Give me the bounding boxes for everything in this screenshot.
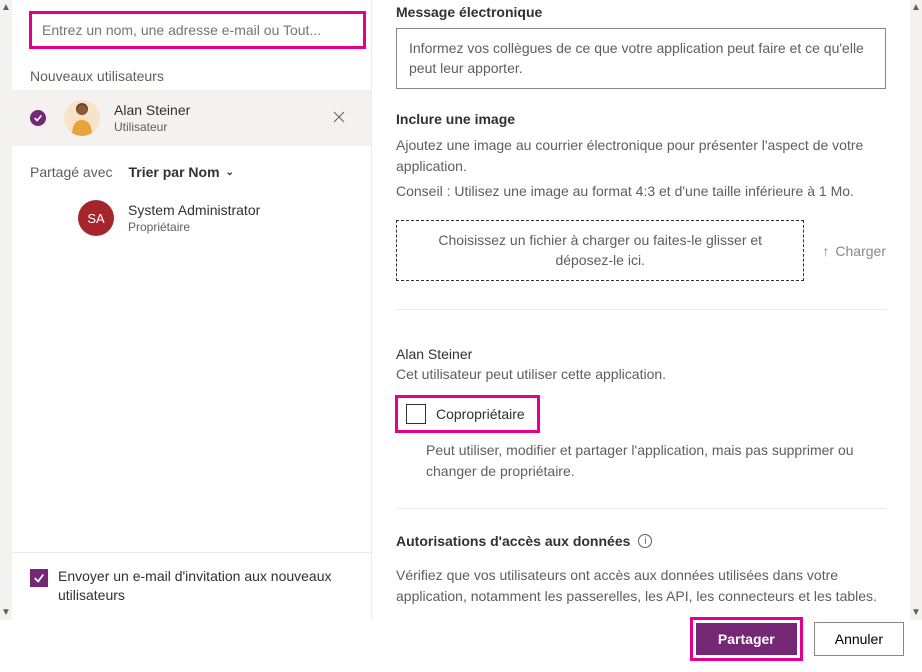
invite-checkbox-label: Envoyer un e-mail d'invitation aux nouve… [58,567,353,606]
upload-label: Charger [835,243,886,259]
right-panel: Message électronique Informez vos collèg… [372,0,910,620]
email-heading: Message électronique [396,4,886,20]
info-icon[interactable]: i [638,534,652,548]
shared-user-row[interactable]: SA System Administrator Propriétaire [12,190,371,246]
coowner-label: Copropriétaire [436,406,525,422]
cancel-button[interactable]: Annuler [814,622,904,656]
left-panel: Nouveaux utilisateurs Alan Steiner Utili… [12,0,372,620]
search-input[interactable] [42,22,353,38]
right-scrollbar[interactable]: ▲ ▼ [910,0,922,620]
permission-user-desc: Cet utilisateur peut utiliser cette appl… [396,366,886,382]
avatar [64,100,100,136]
sort-dropdown[interactable]: Trier par Nom ⌄ [129,164,234,180]
coowner-checkbox[interactable] [406,404,426,424]
shared-with-heading: Partagé avec [30,164,113,180]
upload-button[interactable]: ↑ Charger [822,243,886,259]
image-description: Ajoutez une image au courrier électroniq… [396,135,886,177]
share-button[interactable]: Partager [696,623,797,655]
coowner-explain: Peut utiliser, modifier et partager l'ap… [396,440,886,482]
share-button-highlight: Partager [691,618,802,660]
close-icon [333,111,345,123]
user-name: Alan Steiner [114,102,325,118]
invite-checkbox[interactable] [30,569,48,587]
coowner-highlight: Copropriétaire [396,396,539,432]
check-icon [33,572,45,584]
left-scrollbar[interactable]: ▲ ▼ [0,0,12,620]
chevron-down-icon: ⌄ [226,167,234,178]
search-box-highlight [30,12,365,48]
footer: Partager Annuler [673,606,922,672]
invite-checkbox-row[interactable]: Envoyer un e-mail d'invitation aux nouve… [12,552,371,620]
selected-check-icon [30,110,46,126]
user-role: Propriétaire [128,220,353,234]
remove-user-button[interactable] [325,106,353,130]
user-name: System Administrator [128,202,353,218]
image-heading: Inclure une image [396,111,886,127]
data-access-heading-text: Autorisations d'accès aux données [396,533,630,549]
scroll-up-icon: ▲ [1,0,11,15]
scroll-up-icon: ▲ [911,0,921,15]
email-message-input[interactable]: Informez vos collègues de ce que votre a… [396,28,886,89]
scroll-down-icon: ▼ [1,605,11,620]
permission-user-name: Alan Steiner [396,346,886,362]
new-user-row[interactable]: Alan Steiner Utilisateur [12,90,371,146]
data-access-heading: Autorisations d'accès aux données i [396,533,886,549]
avatar: SA [78,200,114,236]
data-access-description: Vérifiez que vos utilisateurs ont accès … [396,565,886,607]
new-users-heading: Nouveaux utilisateurs [12,62,371,90]
user-role: Utilisateur [114,120,325,134]
person-icon [68,100,96,136]
upload-icon: ↑ [822,243,829,259]
image-tip: Conseil : Utilisez une image au format 4… [396,181,886,202]
image-dropzone[interactable]: Choisissez un fichier à charger ou faite… [396,220,804,281]
sort-label-text: Trier par Nom [129,164,220,180]
